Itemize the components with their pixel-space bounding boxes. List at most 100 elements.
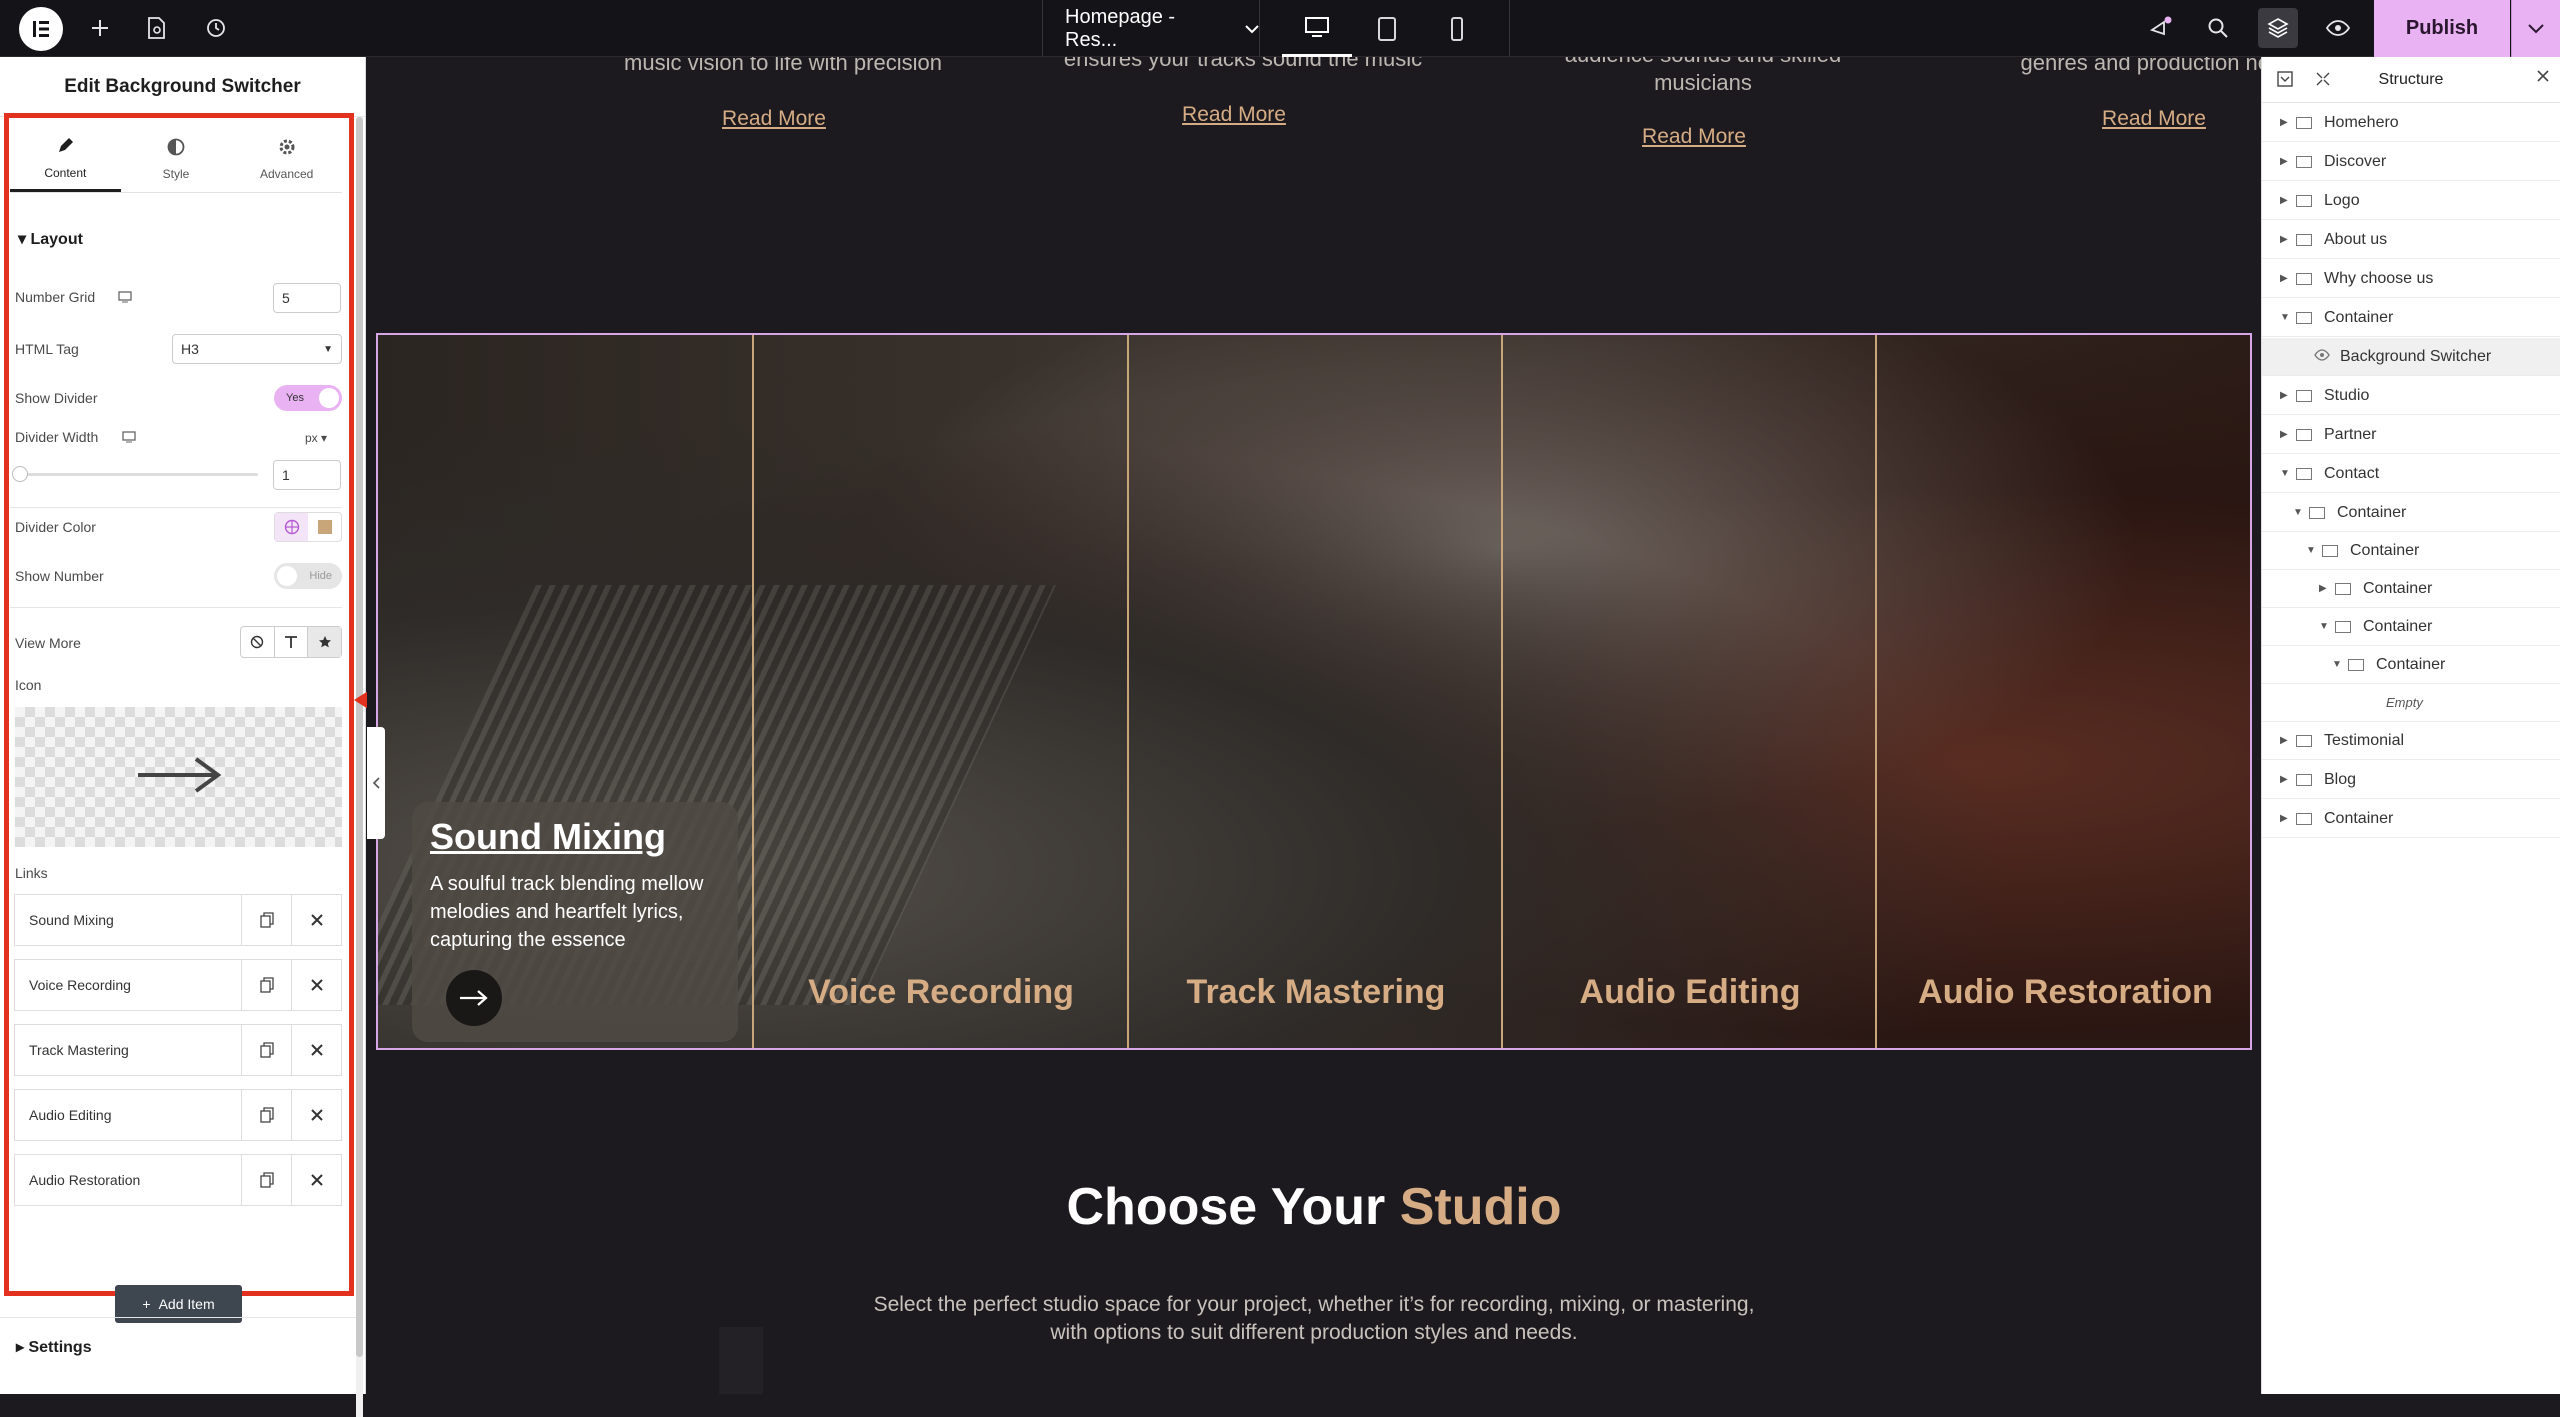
panel-collapse-handle[interactable] <box>367 727 385 839</box>
caret-right-icon[interactable]: ▶ <box>2280 429 2296 440</box>
link-item-label[interactable]: Audio Editing <box>15 1090 241 1140</box>
read-more-link[interactable]: Read More <box>1084 103 1384 127</box>
link-item-label[interactable]: Voice Recording <box>15 960 241 1010</box>
scrollbar-thumb[interactable] <box>356 117 363 1357</box>
caret-down-icon[interactable]: ▼ <box>2319 621 2335 632</box>
link-item-label[interactable]: Sound Mixing <box>15 895 241 945</box>
color-swatch[interactable] <box>308 513 341 541</box>
tree-node[interactable]: ▼ Container <box>2262 494 2560 532</box>
duplicate-icon[interactable] <box>241 895 291 945</box>
section-settings-toggle[interactable]: ▸ Settings <box>16 1337 92 1357</box>
html-tag-select[interactable]: H3 ▼ <box>172 334 342 364</box>
elementor-logo[interactable] <box>19 7 63 51</box>
switcher-column[interactable]: Audio Editing <box>1501 335 1800 1048</box>
caret-right-icon[interactable]: ▶ <box>2319 583 2335 594</box>
read-more-link[interactable]: Read More <box>2004 107 2261 131</box>
tab-advanced[interactable]: Advanced <box>231 127 342 192</box>
switcher-column[interactable]: Audio Restoration <box>1875 335 2213 1048</box>
show-number-toggle[interactable]: Hide <box>274 563 342 589</box>
caret-right-icon[interactable]: ▶ <box>2280 813 2296 824</box>
panel-scrollbar[interactable] <box>356 117 363 1417</box>
list-item[interactable]: Audio Restoration <box>14 1154 342 1206</box>
icon-picker[interactable] <box>15 707 342 847</box>
notifications-icon[interactable] <box>2140 8 2180 48</box>
caret-right-icon[interactable]: ▶ <box>2280 195 2296 206</box>
tree-node[interactable]: ▶ Homehero <box>2262 104 2560 142</box>
caret-down-icon[interactable]: ▼ <box>2332 659 2348 670</box>
responsive-desktop-icon[interactable] <box>118 290 132 308</box>
switcher-column[interactable]: Voice Recording <box>752 335 1074 1048</box>
tree-node[interactable]: ▼ Container <box>2262 532 2560 570</box>
caret-right-icon[interactable]: ▶ <box>2280 273 2296 284</box>
list-item[interactable]: Audio Editing <box>14 1089 342 1141</box>
tree-node[interactable]: ▼ Container <box>2262 299 2560 337</box>
close-icon[interactable] <box>291 895 341 945</box>
caret-down-icon[interactable]: ▼ <box>2280 312 2296 323</box>
caret-right-icon[interactable]: ▶ <box>2280 156 2296 167</box>
tab-content[interactable]: Content <box>10 127 121 192</box>
list-item[interactable]: Voice Recording <box>14 959 342 1011</box>
close-icon[interactable] <box>291 1090 341 1140</box>
page-settings-icon[interactable] <box>136 8 176 48</box>
number-grid-input[interactable]: 5 <box>273 283 341 313</box>
active-item-title[interactable]: Sound Mixing <box>430 816 720 858</box>
link-item-label[interactable]: Track Mastering <box>15 1025 241 1075</box>
list-item[interactable]: Track Mastering <box>14 1024 342 1076</box>
publish-button[interactable]: Publish <box>2374 0 2510 57</box>
tree-node[interactable]: ▶ Testimonial <box>2262 722 2560 760</box>
column-title[interactable]: Voice Recording <box>754 973 1128 1012</box>
text-icon[interactable] <box>273 627 308 657</box>
caret-right-icon[interactable]: ▶ <box>2280 774 2296 785</box>
caret-right-icon[interactable]: ▶ <box>2280 234 2296 245</box>
caret-down-icon[interactable]: ▼ <box>2306 545 2322 556</box>
duplicate-icon[interactable] <box>241 1090 291 1140</box>
tree-node[interactable]: ▼ Container <box>2262 646 2560 684</box>
divider-color-picker[interactable] <box>274 512 342 542</box>
unit-select[interactable]: px ▾ <box>305 431 327 445</box>
add-element-icon[interactable] <box>80 8 120 48</box>
tree-node[interactable]: ▼ Container <box>2262 608 2560 646</box>
caret-right-icon[interactable]: ▶ <box>2280 117 2296 128</box>
tree-node[interactable]: ▶ Logo <box>2262 182 2560 220</box>
history-icon[interactable] <box>196 8 236 48</box>
global-color-icon[interactable] <box>275 513 308 541</box>
list-item[interactable]: Sound Mixing <box>14 894 342 946</box>
close-icon[interactable] <box>2536 69 2550 88</box>
close-icon[interactable] <box>291 1025 341 1075</box>
duplicate-icon[interactable] <box>241 960 291 1010</box>
divider-width-input[interactable]: 1 <box>273 460 341 490</box>
caret-down-icon[interactable]: ▼ <box>2280 468 2296 479</box>
read-more-link[interactable]: Read More <box>1544 125 1844 149</box>
star-icon[interactable] <box>307 627 342 657</box>
switcher-column[interactable]: Track Mastering <box>1127 335 1445 1048</box>
tree-node[interactable]: ▶ Container <box>2262 800 2560 838</box>
divider-width-slider[interactable] <box>12 466 258 482</box>
expand-arrows-icon[interactable] <box>2314 70 2332 93</box>
tree-node[interactable]: ▶ Discover <box>2262 143 2560 181</box>
tree-node[interactable]: ▶ Why choose us <box>2262 260 2560 298</box>
tree-node[interactable]: ▶ Partner <box>2262 416 2560 454</box>
slider-handle[interactable] <box>12 466 28 482</box>
collapse-all-icon[interactable] <box>2276 70 2294 93</box>
read-more-link[interactable]: Read More <box>624 107 924 131</box>
background-switcher[interactable]: Voice Recording Track Mastering Audio Ed… <box>376 333 2252 1050</box>
close-icon[interactable] <box>291 1155 341 1205</box>
column-title[interactable]: Track Mastering <box>1129 973 1503 1012</box>
arrow-right-icon[interactable] <box>446 970 502 1026</box>
caret-right-icon[interactable]: ▶ <box>2280 390 2296 401</box>
structure-layers-icon[interactable] <box>2258 8 2298 48</box>
duplicate-icon[interactable] <box>241 1155 291 1205</box>
responsive-desktop-icon[interactable] <box>122 430 136 448</box>
close-icon[interactable] <box>291 960 341 1010</box>
column-title[interactable]: Audio Editing <box>1503 973 1877 1012</box>
caret-right-icon[interactable]: ▶ <box>2280 735 2296 746</box>
duplicate-icon[interactable] <box>241 1025 291 1075</box>
link-item-label[interactable]: Audio Restoration <box>15 1155 241 1205</box>
tree-node-selected[interactable]: Background Switcher <box>2262 338 2560 376</box>
tree-node[interactable]: ▶ Blog <box>2262 761 2560 799</box>
section-layout-toggle[interactable]: ▾ Layout <box>18 229 83 249</box>
caret-down-icon[interactable]: ▼ <box>2293 507 2309 518</box>
show-divider-toggle[interactable]: Yes <box>274 385 342 411</box>
search-icon[interactable] <box>2198 8 2238 48</box>
tree-node[interactable]: ▶ Container <box>2262 570 2560 608</box>
